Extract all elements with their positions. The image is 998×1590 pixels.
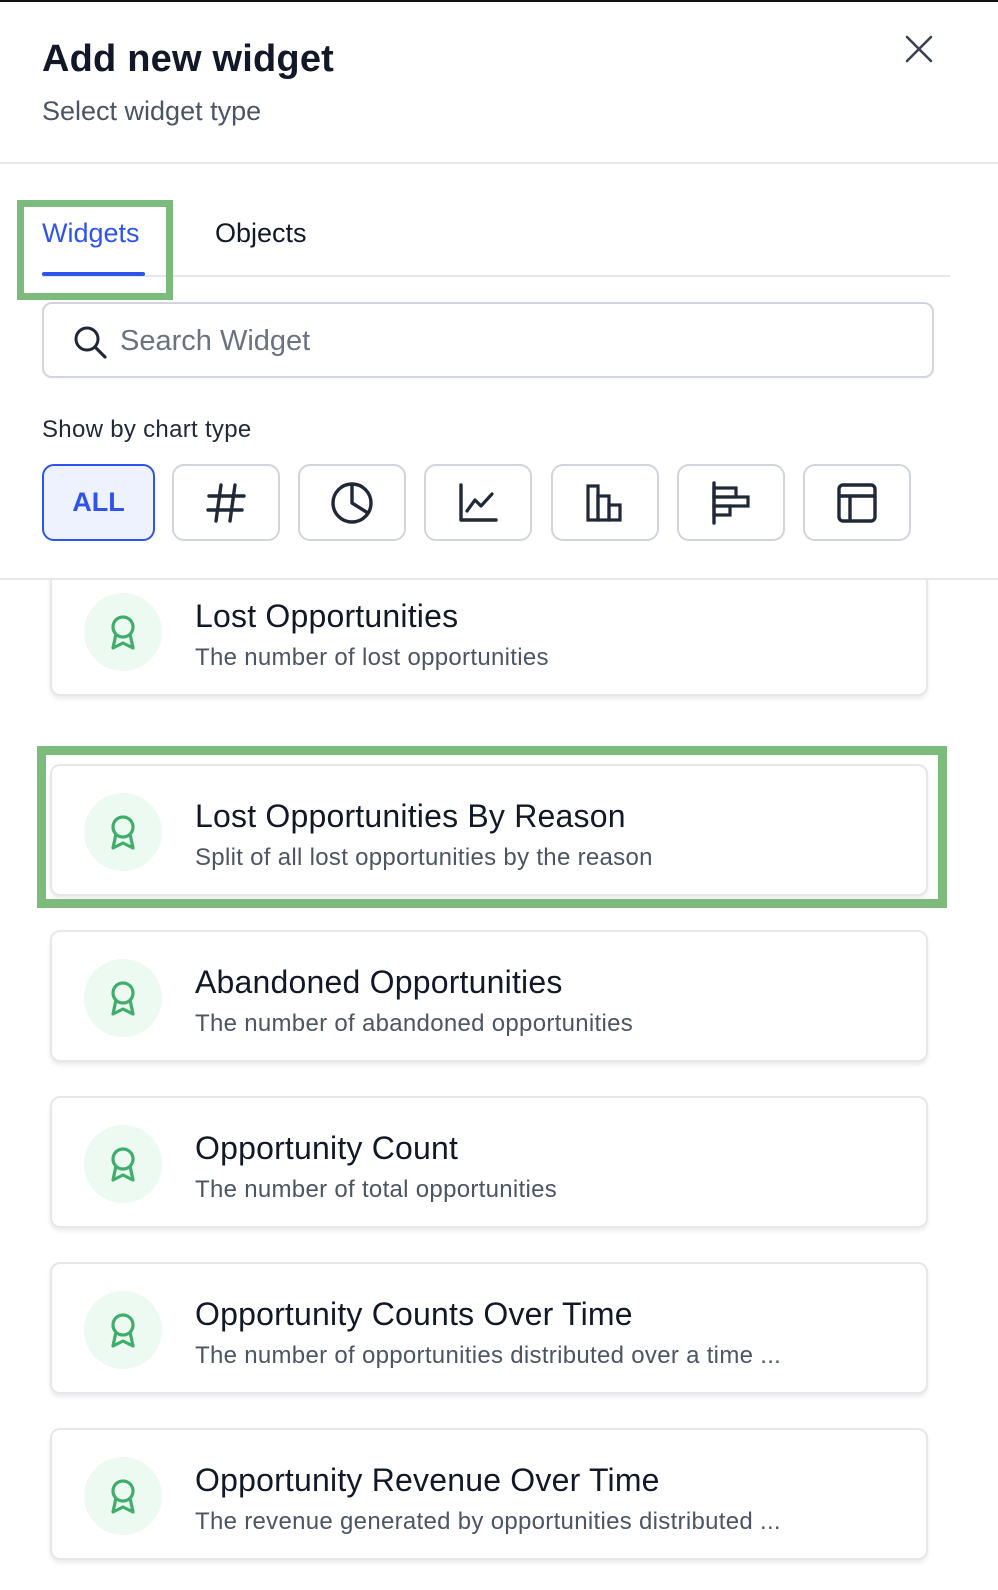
filter-all-label: ALL <box>72 487 125 517</box>
header-divider <box>0 162 998 164</box>
hash-icon <box>206 482 246 523</box>
award-icon-badge <box>84 959 162 1037</box>
search-box[interactable] <box>42 302 934 378</box>
widget-description: Split of all lost opportunities by the r… <box>195 844 653 871</box>
dialog-title: Add new widget <box>42 38 335 80</box>
filter-pie-button[interactable] <box>298 464 406 541</box>
widget-card-opportunity-counts-over-time[interactable]: Opportunity Counts Over Time The number … <box>50 1262 928 1394</box>
filter-table-button[interactable] <box>803 464 911 541</box>
line-chart-icon <box>459 482 498 522</box>
widget-title: Abandoned Opportunities <box>195 964 563 1000</box>
filter-line-button[interactable] <box>424 464 532 541</box>
award-icon <box>111 1313 135 1348</box>
widget-card-opportunity-revenue-over-time[interactable]: Opportunity Revenue Over Time The revenu… <box>50 1428 928 1560</box>
bar-chart-icon <box>586 483 622 522</box>
widget-card-lost-opportunities[interactable]: Lost Opportunities The number of lost op… <box>50 580 928 696</box>
tabs-baseline <box>42 275 950 277</box>
award-icon-badge <box>84 1291 162 1369</box>
award-icon-badge <box>84 793 162 871</box>
widget-card-opportunity-count[interactable]: Opportunity Count The number of total op… <box>50 1096 928 1228</box>
widget-title: Opportunity Count <box>195 1130 459 1166</box>
filter-horizontal-bar-button[interactable] <box>677 464 785 541</box>
dialog-subtitle: Select widget type <box>42 96 262 126</box>
close-icon <box>905 35 933 63</box>
widget-description: The number of opportunities distributed … <box>195 1342 782 1369</box>
award-icon <box>111 1479 135 1514</box>
award-icon-badge <box>84 1125 162 1203</box>
widget-title: Lost Opportunities <box>195 598 459 634</box>
widget-card-abandoned-opportunities[interactable]: Abandoned Opportunities The number of ab… <box>50 930 928 1062</box>
chart-type-filter-label: Show by chart type <box>42 416 252 443</box>
award-icon <box>111 815 135 850</box>
widget-description: The revenue generated by opportunities d… <box>195 1508 781 1535</box>
search-input[interactable] <box>118 318 902 364</box>
widget-description: The number of abandoned opportunities <box>195 1010 634 1037</box>
award-icon <box>111 615 135 650</box>
close-button[interactable] <box>898 28 940 70</box>
widget-title: Lost Opportunities By Reason <box>195 798 626 834</box>
pie-chart-icon <box>331 481 373 524</box>
search-icon <box>74 326 107 359</box>
top-border <box>0 0 998 2</box>
award-icon-badge <box>84 593 162 671</box>
highlight-box-tab <box>17 200 173 300</box>
widget-description: The number of lost opportunities <box>195 644 549 671</box>
award-icon <box>111 1147 135 1182</box>
award-icon-badge <box>84 1457 162 1535</box>
horizontal-bar-chart-icon <box>712 480 750 525</box>
widget-title: Opportunity Counts Over Time <box>195 1296 633 1332</box>
widget-title: Opportunity Revenue Over Time <box>195 1462 660 1498</box>
filter-number-button[interactable] <box>172 464 280 541</box>
widget-list: Lost Opportunities The number of lost op… <box>0 580 998 1590</box>
filter-all-button[interactable]: ALL <box>42 464 155 541</box>
widget-card-lost-opportunities-by-reason[interactable]: Lost Opportunities By Reason Split of al… <box>50 764 928 896</box>
tab-objects[interactable]: Objects <box>215 218 307 249</box>
table-icon <box>837 482 877 523</box>
award-icon <box>111 981 135 1016</box>
filter-bar-button[interactable] <box>551 464 659 541</box>
widget-description: The number of total opportunities <box>195 1176 558 1203</box>
